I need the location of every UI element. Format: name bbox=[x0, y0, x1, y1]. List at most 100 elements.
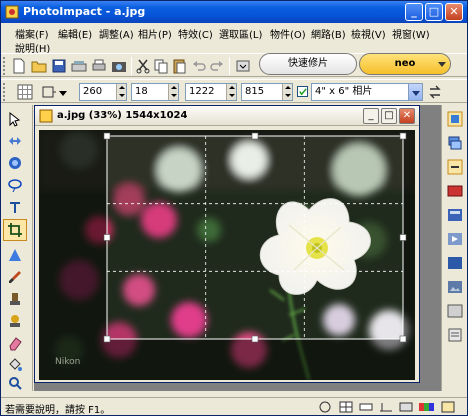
height-field[interactable]: 815 bbox=[241, 83, 293, 101]
document-window: a.jpg (33%) 1544x1024 _ □ ✕ Nikon bbox=[34, 105, 420, 383]
close-button[interactable]: ✕ bbox=[445, 3, 463, 21]
menu-effects[interactable]: 特效(C) bbox=[178, 26, 213, 41]
menu-file[interactable]: 檔案(F) bbox=[15, 26, 49, 41]
y-spinner[interactable] bbox=[168, 84, 178, 100]
panel-manager bbox=[441, 105, 467, 391]
menu-adjust[interactable]: 調整(A) bbox=[99, 26, 134, 41]
width-field[interactable]: 1222 bbox=[185, 83, 237, 101]
color-panel-icon[interactable] bbox=[447, 255, 463, 271]
photoimpact-window: PhotoImpact - a.jpg _ □ ✕ 檔案(F) 編輯(E) 調整… bbox=[0, 0, 468, 416]
paint-brush-icon[interactable] bbox=[7, 269, 23, 285]
status-bar: 若需要說明，請按 F1。 bbox=[1, 397, 467, 416]
height-value: 815 bbox=[245, 86, 265, 97]
color-mode-icon[interactable] bbox=[419, 401, 435, 413]
menu-photo[interactable]: 相片(P) bbox=[138, 26, 172, 41]
toolbar-grip[interactable] bbox=[3, 83, 6, 101]
menu-object[interactable]: 物件(O) bbox=[270, 26, 306, 41]
crop-shape-dropdown-icon[interactable] bbox=[59, 89, 67, 97]
material-panel-icon[interactable] bbox=[447, 303, 463, 319]
shape-tool-icon[interactable] bbox=[7, 247, 23, 263]
menu-window[interactable]: 視窗(W) bbox=[392, 26, 430, 41]
guides-icon[interactable] bbox=[379, 401, 393, 413]
menu-selection[interactable]: 選取區(L) bbox=[219, 26, 262, 41]
minimize-button[interactable]: _ bbox=[405, 3, 423, 21]
preset-select[interactable]: 4" x 6" 相片 bbox=[311, 83, 423, 101]
menu-web[interactable]: 網路(B) bbox=[311, 26, 346, 41]
crop-tool-icon bbox=[8, 223, 22, 237]
workspace: a.jpg (33%) 1544x1024 _ □ ✕ Nikon bbox=[34, 105, 441, 391]
cut-icon[interactable] bbox=[135, 58, 151, 74]
fill-tool-icon[interactable] bbox=[7, 357, 23, 373]
scan-icon[interactable] bbox=[71, 58, 87, 74]
toolbar-separator bbox=[131, 57, 132, 75]
layer-manager-icon[interactable] bbox=[447, 135, 463, 151]
checkmark-icon bbox=[299, 88, 307, 96]
crop-tool-highlight[interactable] bbox=[3, 219, 27, 241]
script-panel-icon[interactable] bbox=[447, 327, 463, 343]
quick-fix-button[interactable]: 快速修片 bbox=[259, 53, 357, 75]
history-icon[interactable] bbox=[447, 183, 463, 199]
document-maximize-button[interactable]: □ bbox=[381, 108, 397, 124]
gallery-icon[interactable] bbox=[447, 279, 463, 295]
title-bar: PhotoImpact - a.jpg _ □ ✕ bbox=[1, 1, 467, 23]
image-info-icon[interactable] bbox=[319, 401, 331, 413]
new-file-icon[interactable] bbox=[11, 58, 27, 74]
selection-tool-icon[interactable] bbox=[7, 155, 23, 171]
app-icon bbox=[5, 5, 19, 19]
pick-tool-icon[interactable] bbox=[7, 111, 23, 127]
grid-view-icon[interactable] bbox=[339, 401, 353, 413]
redo-icon[interactable] bbox=[209, 58, 225, 74]
height-spinner[interactable] bbox=[282, 84, 292, 100]
view-options-icon[interactable] bbox=[235, 58, 251, 74]
toolbar-separator bbox=[229, 57, 230, 75]
undo-icon[interactable] bbox=[191, 58, 207, 74]
clone-tool-icon[interactable] bbox=[7, 291, 23, 307]
menu-edit[interactable]: 編輯(E) bbox=[58, 26, 92, 41]
menu-view[interactable]: 檢視(V) bbox=[351, 26, 386, 41]
document-minimize-button[interactable]: _ bbox=[363, 108, 379, 124]
stamp-tool-icon[interactable] bbox=[7, 313, 23, 329]
print-icon[interactable] bbox=[91, 58, 107, 74]
zoom-tool-icon[interactable] bbox=[7, 375, 23, 391]
crop-shape-icon[interactable] bbox=[41, 84, 57, 100]
width-value: 1222 bbox=[189, 86, 215, 97]
photo-properties-icon[interactable] bbox=[447, 231, 463, 247]
open-folder-icon[interactable] bbox=[31, 58, 47, 74]
color-info-icon[interactable] bbox=[441, 401, 455, 413]
ruler-icon[interactable] bbox=[359, 401, 373, 413]
menu-bar: 檔案(F) 編輯(E) 調整(A) 相片(P) 特效(C) 選取區(L) 物件(… bbox=[1, 23, 467, 55]
y-field[interactable]: 18 bbox=[131, 83, 179, 101]
window-title: PhotoImpact - a.jpg bbox=[23, 5, 146, 18]
transform-tool-icon[interactable] bbox=[7, 133, 23, 149]
copy-icon[interactable] bbox=[153, 58, 169, 74]
lasso-tool-icon[interactable] bbox=[7, 177, 23, 193]
memory-icon[interactable] bbox=[399, 401, 413, 413]
tool-palette bbox=[1, 105, 33, 391]
maximize-button[interactable]: □ bbox=[425, 3, 443, 21]
camera-watermark: Nikon bbox=[55, 357, 80, 367]
document-icon bbox=[39, 109, 53, 123]
x-spinner[interactable] bbox=[116, 84, 126, 100]
preset-dropdown-button[interactable] bbox=[408, 84, 422, 100]
document-close-button[interactable]: ✕ bbox=[399, 108, 415, 124]
aspect-ratio-checkbox[interactable] bbox=[297, 86, 308, 97]
paste-icon[interactable] bbox=[171, 58, 187, 74]
toolbar-grip[interactable] bbox=[3, 57, 6, 75]
attribute-toolbar: 260 18 1222 815 4" x 6" 相片 bbox=[1, 79, 467, 103]
swap-orientation-icon[interactable] bbox=[427, 84, 443, 100]
eraser-tool-icon[interactable] bbox=[7, 335, 23, 351]
image-canvas[interactable]: Nikon bbox=[39, 130, 415, 380]
chevron-down-icon bbox=[412, 91, 420, 96]
neo-dropdown-arrow-icon[interactable] bbox=[437, 59, 447, 69]
grid-icon[interactable] bbox=[17, 84, 33, 100]
info-panel-icon[interactable] bbox=[447, 207, 463, 223]
x-value: 260 bbox=[83, 86, 103, 97]
easy-palette-icon[interactable] bbox=[447, 111, 463, 127]
camera-icon[interactable] bbox=[111, 58, 127, 74]
x-field[interactable]: 260 bbox=[79, 83, 127, 101]
y-value: 18 bbox=[135, 86, 148, 97]
width-spinner[interactable] bbox=[226, 84, 236, 100]
text-tool-icon[interactable] bbox=[7, 199, 23, 215]
save-icon[interactable] bbox=[51, 58, 67, 74]
quick-command-icon[interactable] bbox=[447, 159, 463, 175]
